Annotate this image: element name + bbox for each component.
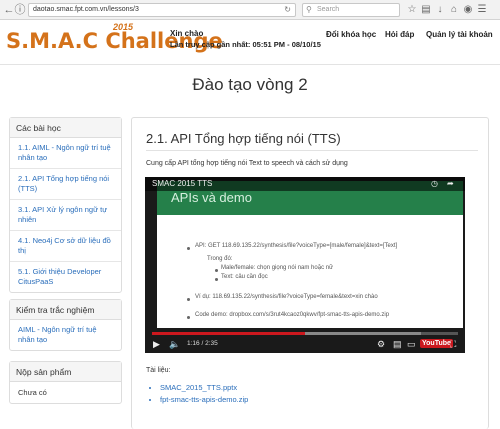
- submit-heading: Nộp sản phẩm: [10, 362, 121, 382]
- greeting-text: Xin chào: [170, 29, 204, 38]
- slide-bullet: [215, 269, 218, 272]
- theater-icon[interactable]: ▭: [407, 339, 416, 350]
- submit-panel: Nộp sản phẩm Chưa có: [9, 361, 122, 404]
- video-slide: APIs và demo API: GET 118.69.135.22/synt…: [157, 181, 463, 328]
- slide-bullet: [215, 278, 218, 281]
- slide-bullet: [187, 298, 190, 301]
- slide-code-demo: Code demo: dropbox.com/s/3rut4kcaoz0qkwv…: [195, 312, 390, 318]
- nav-change-course[interactable]: Đổi khóa học: [326, 30, 376, 39]
- sidebar-lesson-citus[interactable]: 5.1. Giới thiệu Developer CitusPaaS: [10, 262, 121, 292]
- document-link-pptx[interactable]: SMAC_2015_TTS.pptx: [160, 382, 248, 394]
- settings-gear-icon[interactable]: ⚙: [377, 339, 385, 350]
- nav-faq[interactable]: Hỏi đáp: [385, 30, 414, 39]
- page-title: Đào tạo vòng 2: [192, 75, 308, 94]
- quiz-item-aiml[interactable]: AIML - Ngôn ngữ trí tuệ nhân tạo: [10, 320, 121, 350]
- quiz-panel: Kiểm tra trắc nghiệm AIML - Ngôn ngữ trí…: [9, 299, 122, 351]
- document-link-zip[interactable]: fpt-smac-tts-apis-demo.zip: [160, 394, 248, 406]
- slide-api-line: API: GET 118.69.135.22/synthesis/file?vo…: [195, 243, 398, 249]
- address-bar[interactable]: daotao.smac.fpt.com.vn/lessons/3 ↻: [28, 3, 296, 17]
- star-icon[interactable]: ☆: [406, 4, 418, 16]
- share-icon[interactable]: ➦: [447, 179, 454, 188]
- reload-icon[interactable]: ↻: [284, 4, 291, 16]
- browser-toolbar: ← ⓘ daotao.smac.fpt.com.vn/lessons/3 ↻ ⚲…: [0, 0, 500, 20]
- info-icon[interactable]: ⓘ: [14, 3, 26, 17]
- cc-icon[interactable]: ▤: [393, 339, 402, 350]
- slide-example: Ví dụ: 118.69.135.22/synthesis/file?voic…: [195, 294, 378, 300]
- video-time: 1:16 / 2:35: [187, 340, 218, 347]
- sidebar-lesson-neo4j[interactable]: 4.1. Neo4j Cơ sở dữ liệu đồ thị: [10, 231, 121, 262]
- home-icon[interactable]: ⌂: [448, 4, 460, 16]
- video-player[interactable]: APIs và demo API: GET 118.69.135.22/synt…: [145, 177, 465, 353]
- slide-bullet: [187, 316, 190, 319]
- sidebar-lesson-aiml[interactable]: 1.1. AIML - Ngôn ngữ trí tuệ nhân tạo: [10, 138, 121, 169]
- volume-icon[interactable]: 🔈: [169, 339, 180, 350]
- search-input[interactable]: ⚲ Search: [302, 3, 400, 17]
- slide-heading: APIs và demo: [171, 190, 252, 205]
- slide-male-female: Male/female: chọn giọng nói nam hoặc nữ: [221, 265, 334, 271]
- video-title[interactable]: SMAC 2015 TTS: [152, 179, 212, 188]
- submit-status: Chưa có: [18, 388, 47, 397]
- play-icon[interactable]: ▶: [153, 339, 160, 350]
- lesson-description: Cung cấp API tổng hợp tiếng nói Text to …: [146, 160, 348, 167]
- sidebar-lesson-tts[interactable]: 2.1. API Tổng hợp tiếng nói (TTS): [10, 169, 121, 200]
- slide-bullet: [187, 247, 190, 250]
- quiz-heading: Kiểm tra trắc nghiệm: [10, 300, 121, 320]
- clipboard-icon[interactable]: ▤: [420, 4, 432, 16]
- video-progress-fill: [152, 332, 305, 335]
- clock-icon[interactable]: ◷: [431, 179, 438, 188]
- lesson-title: 2.1. API Tổng hợp tiếng nói (TTS): [146, 131, 341, 146]
- search-icon: ⚲: [306, 5, 312, 14]
- last-access-text: Lần truy cập gần nhất: 05:51 PM - 08/10/…: [170, 40, 321, 49]
- title-divider: [146, 150, 478, 151]
- lessons-heading: Các bài học: [10, 118, 121, 138]
- documents-list: SMAC_2015_TTS.pptx fpt-smac-tts-apis-dem…: [160, 382, 248, 406]
- fullscreen-icon[interactable]: ⛶: [450, 339, 456, 350]
- documents-label: Tài liệu:: [146, 367, 171, 374]
- download-icon[interactable]: ↓: [434, 4, 446, 16]
- video-progress-bar[interactable]: [152, 332, 458, 335]
- url-text: daotao.smac.fpt.com.vn/lessons/3: [33, 6, 139, 13]
- slide-trong-do: Trong đó:: [207, 256, 233, 262]
- search-placeholder: Search: [317, 6, 340, 13]
- lessons-panel: Các bài học 1.1. AIML - Ngôn ngữ trí tuệ…: [9, 117, 122, 293]
- youtube-logo[interactable]: YouTube: [420, 339, 453, 348]
- nav-account[interactable]: Quản lý tài khoản: [426, 30, 493, 39]
- slide-text-line: Text: câu cần đọc: [221, 274, 268, 280]
- sidebar-lesson-nlp[interactable]: 3.1. API Xử lý ngôn ngữ tự nhiên: [10, 200, 121, 231]
- logo-year: 2015: [113, 22, 134, 32]
- pocket-icon[interactable]: ◉: [462, 4, 474, 16]
- menu-icon[interactable]: ☰: [476, 4, 488, 16]
- site-header: S.M.A.C Challenge 2015 Xin chào Lần truy…: [0, 21, 500, 65]
